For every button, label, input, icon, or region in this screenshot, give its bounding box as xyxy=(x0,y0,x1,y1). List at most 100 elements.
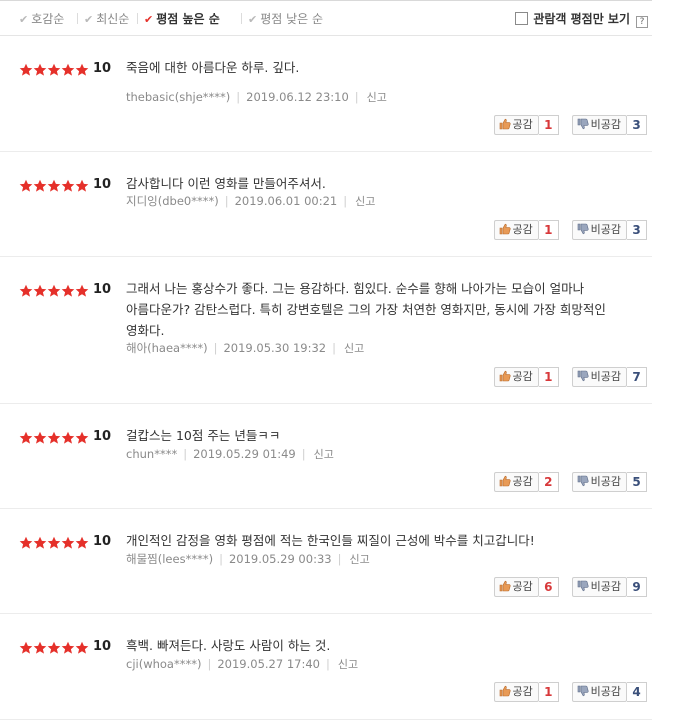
thumb-up-icon xyxy=(499,370,511,382)
star-icon xyxy=(19,431,33,445)
star-icon xyxy=(19,641,33,655)
meta-separator: | xyxy=(213,341,218,355)
sort-option-likes[interactable]: ✔ 호감순 xyxy=(19,10,64,27)
sort-separator xyxy=(241,13,242,24)
report-link[interactable]: 신고 xyxy=(367,91,387,104)
check-icon: ✔ xyxy=(144,13,154,26)
star-rating xyxy=(19,536,89,550)
star-icon xyxy=(33,431,47,445)
dislike-label: 비공감 xyxy=(590,685,621,698)
meta-separator: | xyxy=(236,90,241,104)
review-item: 10 그래서 나는 홍상수가 좋다. 그는 용감하다. 힘있다. 순수를 향해 … xyxy=(0,257,652,404)
like-button[interactable]: 공감 xyxy=(493,577,539,597)
like-count: 2 xyxy=(538,472,559,492)
review-date: 2019.05.27 17:40 xyxy=(217,657,320,671)
thumb-up-icon xyxy=(499,223,511,235)
check-icon: ✔ xyxy=(84,13,94,26)
sort-option-rating-high[interactable]: ✔ 평점 높은 순 xyxy=(144,10,220,27)
dislike-count: 7 xyxy=(627,367,647,387)
star-icon xyxy=(47,431,61,445)
like-count: 6 xyxy=(538,577,559,597)
like-label: 공감 xyxy=(512,580,533,593)
review-writer[interactable]: 해물찜(lees****) xyxy=(126,552,213,566)
review-meta: chun**** | 2019.05.29 01:49 | 신고 xyxy=(126,446,334,462)
report-link[interactable]: 신고 xyxy=(349,553,369,566)
meta-separator: | xyxy=(224,194,229,208)
dislike-button[interactable]: 비공감 xyxy=(571,577,627,597)
like-button[interactable]: 공감 xyxy=(493,115,539,135)
review-text: 흑백. 빠져든다. 사랑도 사람이 하는 것. xyxy=(126,638,331,653)
review-writer[interactable]: cji(whoa****) xyxy=(126,657,201,671)
review-writer[interactable]: thebasic(shje****) xyxy=(126,90,230,104)
star-icon xyxy=(47,641,61,655)
viewer-only-filter: 관람객 평점만 보기? xyxy=(515,10,648,28)
review-score: 10 xyxy=(93,639,112,654)
report-link[interactable]: 신고 xyxy=(314,448,334,461)
like-label: 공감 xyxy=(512,370,533,383)
like-count: 1 xyxy=(538,682,559,702)
star-icon xyxy=(75,641,89,655)
meta-separator: | xyxy=(343,194,348,208)
review-writer[interactable]: 지디잉(dbe0****) xyxy=(126,194,219,208)
report-link[interactable]: 신고 xyxy=(355,195,375,208)
like-label: 공감 xyxy=(512,223,533,236)
star-icon xyxy=(75,63,89,77)
star-icon xyxy=(47,536,61,550)
star-icon xyxy=(61,431,75,445)
review-meta: 해물찜(lees****) | 2019.05.29 00:33 | 신고 xyxy=(126,551,370,567)
sort-option-latest[interactable]: ✔ 최신순 xyxy=(84,10,129,27)
review-writer[interactable]: chun**** xyxy=(126,447,177,461)
like-count: 1 xyxy=(538,115,559,135)
star-rating xyxy=(19,63,89,77)
review-date: 2019.05.29 00:33 xyxy=(228,552,332,566)
sort-separator xyxy=(137,13,138,24)
meta-separator: | xyxy=(337,552,342,566)
star-icon xyxy=(75,179,89,193)
meta-separator: | xyxy=(219,552,223,566)
star-rating xyxy=(19,641,89,655)
dislike-count: 4 xyxy=(627,682,647,702)
like-button[interactable]: 공감 xyxy=(493,472,539,492)
star-rating xyxy=(19,284,89,298)
sort-option-rating-low[interactable]: ✔ 평점 낮은 순 xyxy=(248,10,323,27)
thumb-up-icon xyxy=(499,475,511,487)
sort-option-label: 평점 낮은 순 xyxy=(260,12,324,26)
thumb-up-icon xyxy=(499,685,511,697)
like-button[interactable]: 공감 xyxy=(493,682,539,702)
star-icon xyxy=(61,284,75,298)
thumb-down-icon xyxy=(577,370,589,382)
like-count: 1 xyxy=(538,220,559,240)
dislike-button[interactable]: 비공감 xyxy=(571,367,627,387)
thumb-up-icon xyxy=(499,118,511,130)
review-score: 10 xyxy=(93,534,112,549)
dislike-label: 비공감 xyxy=(590,580,621,593)
dislike-button[interactable]: 비공감 xyxy=(571,682,627,702)
star-icon xyxy=(19,63,33,77)
dislike-label: 비공감 xyxy=(590,370,621,383)
review-item: 10 걸캅스는 10점 주는 년들ㅋㅋ chun**** | 2019.05.29 … xyxy=(0,404,652,509)
sort-separator xyxy=(77,13,78,24)
dislike-button[interactable]: 비공감 xyxy=(571,115,627,135)
viewer-only-checkbox[interactable] xyxy=(515,12,529,25)
dislike-button[interactable]: 비공감 xyxy=(571,472,627,492)
report-link[interactable]: 신고 xyxy=(338,658,358,671)
review-score: 10 xyxy=(93,177,112,192)
like-button[interactable]: 공감 xyxy=(493,220,539,240)
meta-separator: | xyxy=(207,657,212,671)
review-meta: 해아(haea****) | 2019.05.30 19:32 | 신고 xyxy=(126,340,364,356)
star-icon xyxy=(19,179,33,193)
sort-bar: ✔ 호감순 ✔ 최신순 ✔ 평점 높은 순 ✔ 평점 낮은 순 관람객 평점만 보기? xyxy=(0,0,652,36)
star-icon xyxy=(75,284,89,298)
help-icon[interactable]: ? xyxy=(636,16,648,28)
review-item: 10 개인적인 감정을 영화 평점에 적는 한국인들 찌질이 근성에 박수를 치… xyxy=(0,509,652,614)
dislike-button[interactable]: 비공감 xyxy=(571,220,627,240)
star-icon xyxy=(75,536,89,550)
meta-separator: | xyxy=(301,447,306,461)
viewer-only-label: 관람객 평점만 보기 xyxy=(533,12,630,26)
like-button[interactable]: 공감 xyxy=(493,367,539,387)
review-writer[interactable]: 해아(haea****) xyxy=(126,341,208,355)
star-rating xyxy=(19,179,89,193)
star-icon xyxy=(19,536,33,550)
star-rating xyxy=(19,431,89,445)
report-link[interactable]: 신고 xyxy=(344,342,364,355)
